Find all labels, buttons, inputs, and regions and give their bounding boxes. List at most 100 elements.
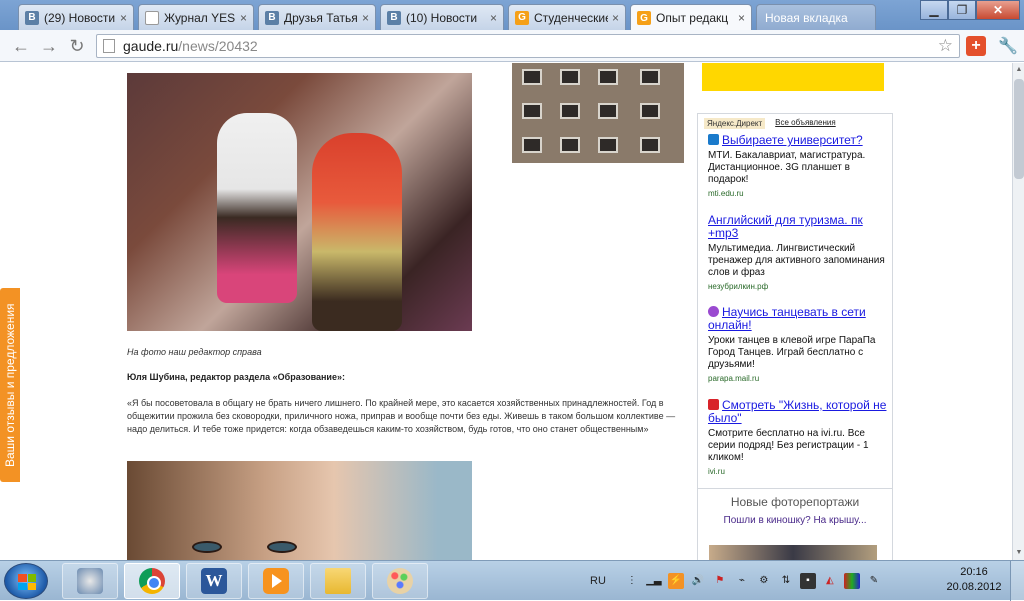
scroll-thumb[interactable] [1014,79,1024,179]
parapa-logo-icon [708,306,719,317]
tab-title: Опыт редакц [656,11,729,25]
mti-logo-icon [708,134,719,145]
taskbar-paint[interactable] [372,563,428,599]
quote-author: Юля Шубина, редактор раздела «Образовани… [127,372,345,382]
show-desktop-button[interactable] [1010,561,1024,601]
clock-time: 20:16 [960,566,988,578]
photo-detail [192,541,222,553]
tab-student[interactable]: G Студенческие × [508,4,626,30]
ad-title-link[interactable]: Научись танцевать в сети онлайн! [708,306,888,332]
media-player-icon [263,568,289,594]
tab-editorial-experience[interactable]: G Опыт редакц × [630,4,752,31]
signal-icon[interactable]: ▁▃ [646,573,662,589]
browser-toolbar: ← → ↻ gaude.ru/news/20432 ☆ + 🔧 [0,30,1024,62]
photo-figure [217,113,297,303]
close-window-button[interactable]: ✕ [976,0,1020,20]
windows-logo-icon [18,574,36,590]
ad-item[interactable]: Выбираете университет? МТИ. Бакалавриат,… [708,134,888,198]
tab-new[interactable]: Новая вкладка [756,4,876,30]
article-photo-portrait [127,461,472,560]
page-icon [103,39,115,53]
tray-bars-icon[interactable] [843,573,860,589]
taskbar-word[interactable]: W [186,563,242,599]
paint-icon [387,568,413,594]
page-icon [145,10,159,25]
pinned-app-icon [77,568,103,594]
tab-title: (29) Новости [44,10,116,25]
ad-body: Мультимедиа. Лингвистический тренажер дл… [708,243,885,278]
photoreports-title: Новые фоторепортажи [730,495,860,509]
taskbar-quicktime[interactable] [62,563,118,599]
close-icon[interactable]: × [738,11,745,25]
address-bar[interactable]: gaude.ru/news/20432 ☆ [96,34,960,58]
ad-domain[interactable]: ivi.ru [708,467,888,476]
restore-button[interactable]: ❐ [948,0,976,20]
taskbar-explorer[interactable] [310,563,366,599]
vk-icon: B [25,10,39,25]
ad-domain[interactable]: незубрилкин.рф [708,282,888,291]
flag-icon[interactable]: ⚑ [712,573,728,589]
wrench-menu-icon[interactable]: 🔧 [998,36,1018,56]
taskbar-chrome[interactable] [124,563,180,599]
scroll-up-arrow-icon[interactable]: ▲ [1013,63,1024,77]
clock[interactable]: 20:16 20.08.2012 [944,565,1004,595]
ad-item[interactable]: Смотреть "Жизнь, которой не было" Смотри… [708,399,888,476]
ad-title-link[interactable]: Выбираете университет? [708,134,888,147]
page-scrollbar[interactable]: ▲ ▼ [1012,63,1024,560]
ad-item[interactable]: Английский для туризма. пк +mp3 Мультиме… [708,214,888,292]
banner-ad[interactable] [702,63,884,91]
reload-icon[interactable]: ↻ [66,35,88,57]
pencil-icon[interactable]: ✎ [866,573,882,589]
taskbar-media-player[interactable] [248,563,304,599]
url-path: /news/20432 [178,38,258,54]
volume-icon[interactable]: 🔊 [690,573,706,589]
close-icon[interactable]: × [240,11,247,25]
ad-body: МТИ. Бакалавриат, магистратура. Дистанци… [708,150,866,185]
ad-item[interactable]: Научись танцевать в сети онлайн! Уроки т… [708,306,888,383]
close-icon[interactable]: × [490,11,497,25]
photo-detail [267,541,297,553]
photoreport-thumbnail[interactable] [709,545,877,560]
tray-tool-icon[interactable]: ⚙ [756,573,772,589]
windows-taskbar: W RU ⋮ ▁▃ ⚡ 🔊 ⚑ ⌁ ⚙ ⇅ ▪ ◭ ✎ 20:16 20.08.… [0,560,1024,601]
app-tray-icon[interactable]: ⚡ [667,573,684,589]
ad-body: Смотрите бесплатно на ivi.ru. Все серии … [708,428,869,463]
adobe-icon[interactable]: ◭ [822,573,838,589]
start-button[interactable] [4,563,48,599]
chrome-icon [139,568,165,594]
usb-icon[interactable]: ⌁ [734,573,750,589]
forward-arrow-icon[interactable]: → [38,35,60,57]
tab-vk-news-10[interactable]: B (10) Новости × [380,4,504,30]
url-host: gaude.ru [123,38,179,54]
tray-network-icon[interactable]: ⇅ [778,573,794,589]
all-ads-link[interactable]: Все объявления [775,118,836,129]
tab-vk-news-29[interactable]: B (29) Новости × [18,4,134,30]
tab-friends[interactable]: B Друзья Татья × [258,4,376,30]
network-icon[interactable]: ⋮ [624,573,640,589]
close-icon[interactable]: × [120,11,127,25]
close-icon[interactable]: × [362,11,369,25]
vk-icon: B [265,10,279,25]
close-icon[interactable]: × [612,11,619,25]
ad-domain[interactable]: mti.edu.ru [708,189,888,198]
bookmark-star-icon[interactable]: ☆ [938,36,953,56]
language-indicator[interactable]: RU [590,575,606,587]
ad-domain[interactable]: parapa.mail.ru [708,374,888,383]
yandex-direct-label[interactable]: Яндекс.Директ [704,118,766,129]
photoreport-link[interactable]: Пошли в киношку? На крышу... [697,515,893,526]
extension-plus-icon[interactable]: + [966,36,986,56]
back-arrow-icon[interactable]: ← [10,35,32,57]
tab-title: Журнал YES! [164,10,236,25]
ad-title-link[interactable]: Смотреть "Жизнь, которой не было" [708,399,888,425]
tab-yes-magazine[interactable]: Журнал YES! × [138,4,254,30]
minimize-button[interactable]: ▁ [920,0,948,20]
ad-title-link[interactable]: Английский для туризма. пк +mp3 [708,214,888,240]
feedback-tab[interactable]: Ваши отзывы и предложения [0,288,20,482]
scroll-down-arrow-icon[interactable]: ▼ [1013,546,1024,560]
ivi-logo-icon [708,399,719,410]
tab-title: Друзья Татья [284,10,358,25]
direct-header: Яндекс.Директ Все объявления [704,118,836,129]
photoreports-block: Новые фоторепортажи Пошли в киношку? На … [697,488,893,560]
tray-app-icon[interactable]: ▪ [799,573,816,589]
ad-body: Уроки танцев в клевой игре ПараПа Город … [708,335,876,370]
